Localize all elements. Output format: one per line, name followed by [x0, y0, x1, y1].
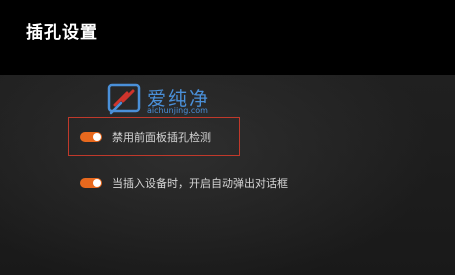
- toggle-knob: [93, 133, 101, 141]
- option-auto-popup-dialog[interactable]: 当插入设备时，开启自动弹出对话框: [80, 175, 288, 191]
- watermark: 爱纯净 aichunjing.com: [107, 82, 237, 118]
- option-disable-front-panel-detection[interactable]: 禁用前面板插孔检测: [80, 129, 211, 145]
- header-bar: 插孔设置: [0, 0, 455, 75]
- watermark-url: aichunjing.com: [147, 106, 208, 115]
- page-title: 插孔设置: [26, 23, 98, 43]
- option-label: 禁用前面板插孔检测: [112, 131, 211, 144]
- option-label: 当插入设备时，开启自动弹出对话框: [112, 177, 288, 190]
- toggle-switch[interactable]: [80, 178, 102, 188]
- toggle-switch[interactable]: [80, 132, 102, 142]
- toggle-knob: [93, 179, 101, 187]
- jack-settings-window: 插孔设置 爱纯净 aichunjing.com 禁用前面板插孔检测 当插入设备时…: [0, 0, 455, 275]
- pe-logo-icon: [107, 83, 141, 115]
